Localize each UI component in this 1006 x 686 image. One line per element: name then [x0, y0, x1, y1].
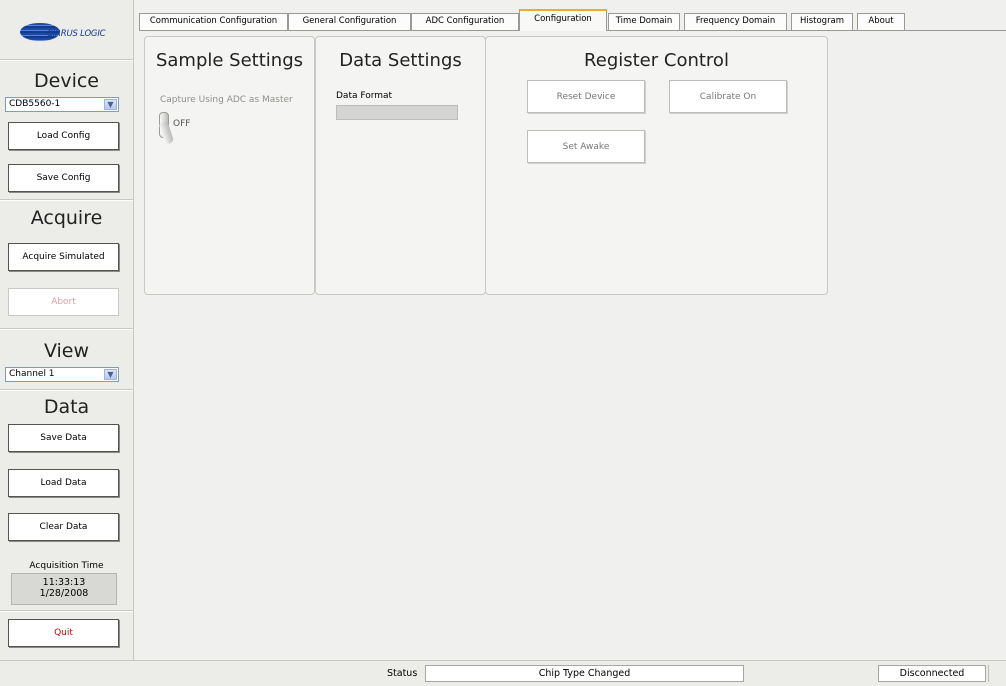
acquisition-time-display: 11:33:13 1/28/2008	[11, 573, 117, 605]
status-bar: Status Chip Type Changed Disconnected	[0, 660, 1006, 686]
logo-text: CIRRUS LOGIC	[47, 29, 106, 39]
acquisition-date-value: 1/28/2008	[39, 588, 89, 599]
toggle-switch[interactable]	[157, 109, 179, 149]
tab-time-domain[interactable]: Time Domain	[608, 13, 680, 30]
tab-configuration[interactable]: Configuration	[519, 9, 607, 31]
acquisition-time-value: 11:33:13	[42, 577, 86, 588]
data-settings-panel: Data Settings Data Format	[315, 36, 486, 295]
sample-settings-title: Sample Settings	[155, 50, 304, 71]
abort-button[interactable]: Abort	[8, 288, 119, 316]
sample-settings-panel: Sample Settings Capture Using ADC as Mas…	[144, 36, 315, 295]
tab-frequency-domain[interactable]: Frequency Domain	[684, 13, 787, 30]
tab-histogram[interactable]: Histogram	[791, 13, 853, 30]
tab-adc-configuration[interactable]: ADC Configuration	[411, 13, 519, 30]
data-settings-title: Data Settings	[339, 50, 462, 71]
divider	[0, 328, 133, 330]
sidebar: CIRRUS LOGIC Device CDB5560-1 ▼ Load Con…	[0, 0, 134, 660]
calibrate-on-button[interactable]: Calibrate On	[669, 80, 787, 113]
cirrus-logic-logo: CIRRUS LOGIC	[20, 22, 120, 48]
chevron-down-icon[interactable]: ▼	[104, 369, 117, 380]
divider	[0, 389, 133, 391]
view-select[interactable]: Channel 1 ▼	[5, 367, 119, 382]
load-data-button[interactable]: Load Data	[8, 469, 119, 497]
divider	[0, 59, 133, 61]
status-message: Chip Type Changed	[425, 665, 744, 682]
resize-grip[interactable]	[988, 665, 1003, 682]
register-control-title: Register Control	[584, 50, 729, 71]
set-awake-button[interactable]: Set Awake	[527, 130, 645, 163]
tab-communication-configuration[interactable]: Communication Configuration	[139, 13, 288, 30]
load-config-button[interactable]: Load Config	[8, 122, 119, 150]
capture-adc-master-label: Capture Using ADC as Master	[160, 95, 293, 105]
view-select-value: Channel 1	[9, 369, 55, 379]
status-label: Status	[387, 668, 418, 679]
toggle-state-label: OFF	[173, 119, 191, 129]
divider	[0, 610, 133, 612]
reset-device-button[interactable]: Reset Device	[527, 80, 645, 113]
acquisition-time-label: Acquisition Time	[29, 561, 104, 571]
data-format-label: Data Format	[336, 91, 393, 101]
data-heading: Data	[43, 396, 90, 418]
chevron-down-icon[interactable]: ▼	[104, 99, 117, 110]
toggle-lever	[158, 121, 175, 145]
data-format-field[interactable]	[336, 105, 458, 120]
connection-status: Disconnected	[878, 665, 986, 682]
acquire-simulated-button[interactable]: Acquire Simulated	[8, 243, 119, 271]
tab-general-configuration[interactable]: General Configuration	[288, 13, 411, 30]
acquire-heading: Acquire	[30, 207, 103, 229]
device-select[interactable]: CDB5560-1 ▼	[5, 97, 119, 112]
quit-button[interactable]: Quit	[8, 619, 119, 647]
divider	[0, 199, 133, 201]
view-heading: View	[43, 340, 90, 362]
device-select-value: CDB5560-1	[9, 99, 61, 109]
save-data-button[interactable]: Save Data	[8, 424, 119, 452]
device-heading: Device	[34, 70, 99, 92]
tab-about[interactable]: About	[857, 13, 905, 30]
clear-data-button[interactable]: Clear Data	[8, 513, 119, 541]
save-config-button[interactable]: Save Config	[8, 164, 119, 192]
register-control-panel: Register Control Reset Device Calibrate …	[485, 36, 828, 295]
